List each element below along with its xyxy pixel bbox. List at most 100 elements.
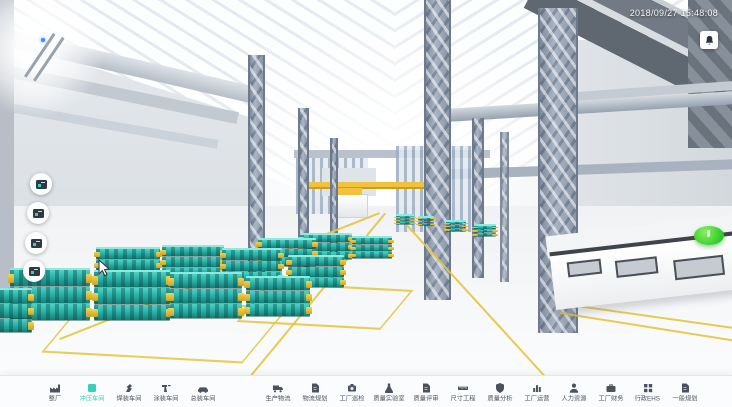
- tab-label: 工厂财务: [598, 396, 623, 402]
- tab-doc-4[interactable]: 质量评审: [407, 380, 444, 404]
- scene-panel-button-1[interactable]: [30, 173, 52, 195]
- die-layer: [0, 304, 32, 317]
- enclosure-window: [567, 259, 602, 278]
- die-layer: [418, 216, 434, 220]
- die-layer: [446, 225, 466, 227]
- tab-label: 总装车间: [190, 396, 215, 402]
- camera-icon: [346, 382, 358, 394]
- tab-car-4[interactable]: 总装车间: [184, 380, 221, 404]
- tab-label: 人力资源: [561, 396, 586, 402]
- tab-label: 工厂运营: [524, 396, 549, 402]
- tab-label: 尺寸工程: [450, 396, 475, 402]
- scene-panel-button-2[interactable]: [27, 202, 49, 224]
- tab-grid-10[interactable]: 行政EHS: [629, 380, 666, 404]
- light-glow: [0, 0, 120, 125]
- tab-case-9[interactable]: 工厂财务: [592, 380, 629, 404]
- truck-icon: [272, 382, 284, 394]
- person-icon: [568, 382, 580, 394]
- tab-label: 质量分析: [487, 396, 512, 402]
- die-layer: [396, 222, 414, 224]
- tab-paint-3[interactable]: 涂装车间: [147, 380, 184, 404]
- die-layer: [170, 304, 242, 318]
- die-layer: [418, 221, 434, 223]
- blue-light-dot: [41, 38, 45, 42]
- tab-label: 一般规划: [672, 396, 697, 402]
- steel-lattice-column: [424, 0, 451, 300]
- die-layer: [352, 252, 392, 258]
- die-layer: [10, 268, 90, 286]
- bell-icon: [704, 35, 715, 46]
- die-layer: [446, 229, 466, 231]
- tab-person-8[interactable]: 人力资源: [555, 380, 592, 404]
- die-stack: [94, 270, 170, 320]
- die-layer: [288, 255, 344, 266]
- die-layer: [170, 272, 242, 288]
- die-layer: [162, 257, 224, 266]
- factory-3d-scene[interactable]: [0, 0, 732, 375]
- die-layer: [352, 245, 392, 251]
- corner-cross-brace: [688, 0, 732, 148]
- tab-ruler-5[interactable]: 尺寸工程: [444, 380, 481, 404]
- die-layer: [246, 276, 310, 290]
- tab-shield-6[interactable]: 质量分析: [481, 380, 518, 404]
- enclosure-window: [673, 255, 725, 281]
- press-icon: [86, 382, 98, 394]
- chart-icon: [531, 382, 543, 394]
- die-layer: [222, 248, 282, 260]
- green-status-pin[interactable]: [694, 226, 724, 245]
- tab-label: 行政EHS: [635, 396, 660, 402]
- die-layer: [246, 304, 310, 316]
- die-layer: [418, 223, 434, 225]
- ruler-icon: [457, 382, 469, 394]
- stamping-press-top: [336, 188, 362, 195]
- die-stack: [352, 236, 392, 258]
- die-stack: [446, 220, 466, 231]
- scene-timestamp: 2018/09/27 15:48:08: [630, 8, 718, 18]
- tab-camera-2[interactable]: 工厂巡检: [333, 380, 370, 404]
- tab-press-1[interactable]: 冲压车间: [73, 380, 110, 404]
- tab-factory-0[interactable]: 整厂: [36, 380, 73, 404]
- die-layer: [474, 224, 496, 229]
- die-layer: [96, 247, 160, 259]
- grid-icon: [642, 382, 654, 394]
- steel-lattice-column: [500, 132, 509, 282]
- die-layer: [246, 291, 310, 303]
- bottom-toolbar: 整厂 冲压车间 焊装车间 涂装车间 总装车间 生产物流物流规划工厂巡检质量实验室质量评审…: [0, 375, 732, 407]
- tab-label: 冲压车间: [79, 396, 104, 402]
- tab-weld-2[interactable]: 焊装车间: [110, 380, 147, 404]
- die-layer: [352, 236, 392, 244]
- tab-truck-0[interactable]: 生产物流: [259, 380, 296, 404]
- yellow-crane-beam: [301, 182, 429, 189]
- die-stack: [474, 224, 496, 236]
- die-stack: [396, 214, 414, 224]
- dashboard-icon: [31, 239, 42, 248]
- die-layer: [0, 319, 32, 332]
- tab-label: 生产物流: [265, 396, 290, 402]
- die-layer: [474, 230, 496, 233]
- die-layer: [396, 214, 414, 218]
- die-layer: [94, 305, 170, 320]
- tab-label: 焊装车间: [116, 396, 141, 402]
- tab-label: 质量实验室: [373, 396, 404, 402]
- tab-doc-1[interactable]: 物流规划: [296, 380, 333, 404]
- lab-icon: [383, 382, 395, 394]
- dashboard-icon: [29, 267, 40, 276]
- doc-icon: [309, 382, 321, 394]
- tab-chart-7[interactable]: 工厂运营: [518, 380, 555, 404]
- tab-label: 涂装车间: [153, 396, 178, 402]
- die-stack: [170, 272, 242, 318]
- tab-doc-11[interactable]: 一般规划: [666, 380, 703, 404]
- enclosure-window: [615, 256, 659, 278]
- tab-lab-3[interactable]: 质量实验室: [370, 380, 407, 404]
- tab-label: 整厂: [48, 396, 60, 402]
- die-stack: [0, 288, 32, 332]
- scene-panel-button-4[interactable]: [23, 260, 45, 282]
- function-tabs: 生产物流物流规划工厂巡检质量实验室质量评审尺寸工程 质量分析 工厂运营 人力资源 工厂财…: [259, 376, 703, 407]
- notification-bell-button[interactable]: [700, 31, 718, 49]
- factory-icon: [49, 382, 61, 394]
- doc-icon: [679, 382, 691, 394]
- app-window: 2018/09/27 15:48:08 整厂 冲压车间 焊装车间 涂装车间 总装车间 生…: [0, 0, 732, 407]
- weld-icon: [123, 382, 135, 394]
- die-layer: [474, 233, 496, 236]
- scene-panel-button-3[interactable]: [25, 232, 47, 254]
